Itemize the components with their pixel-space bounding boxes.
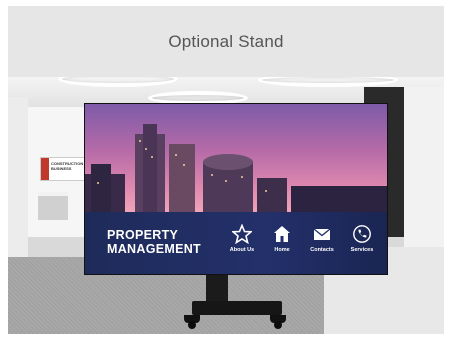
star-icon [232, 224, 252, 244]
brand-title: PROPERTY MANAGEMENT [107, 228, 201, 256]
stand-wheel [188, 321, 196, 329]
city-skyline-image [85, 104, 387, 212]
nav-home[interactable]: Home [265, 224, 299, 253]
nav-services[interactable]: Services [345, 224, 379, 253]
booth-sign-logo [41, 158, 49, 180]
brand-line-1: PROPERTY [107, 228, 179, 242]
booth-table [38, 192, 68, 220]
led-display: PROPERTY MANAGEMENT About Us Home Contac… [84, 103, 388, 275]
nav-contacts[interactable]: Contacts [305, 224, 339, 253]
skyline-icon [85, 124, 387, 212]
stand-wheel [274, 321, 282, 329]
home-icon [274, 226, 290, 242]
showroom-photo: CONSTRUCTION BUSINESS PROPERTY MANAGEMEN… [8, 77, 444, 334]
nav-label: About Us [229, 247, 255, 253]
nav-label: Contacts [310, 247, 334, 253]
phone-icon [353, 225, 371, 243]
stand-post [206, 275, 228, 303]
booth-sign: CONSTRUCTION BUSINESS [40, 157, 88, 181]
envelope-icon [313, 228, 331, 240]
header-banner: Optional Stand [8, 6, 444, 77]
menu-bar: PROPERTY MANAGEMENT About Us Home Contac… [85, 212, 387, 274]
nav-about-us[interactable]: About Us [225, 224, 259, 253]
slide-frame: Optional Stand CONSTRUCTION BUSINESS PRO… [8, 6, 444, 334]
left-pillar [8, 97, 28, 257]
page-title: Optional Stand [168, 31, 284, 51]
nav-label: Home [274, 247, 290, 253]
stand-base [192, 301, 282, 315]
brand-line-2: MANAGEMENT [107, 242, 201, 256]
booth-sign-text: CONSTRUCTION BUSINESS [51, 161, 84, 171]
nav-label: Services [350, 247, 374, 253]
